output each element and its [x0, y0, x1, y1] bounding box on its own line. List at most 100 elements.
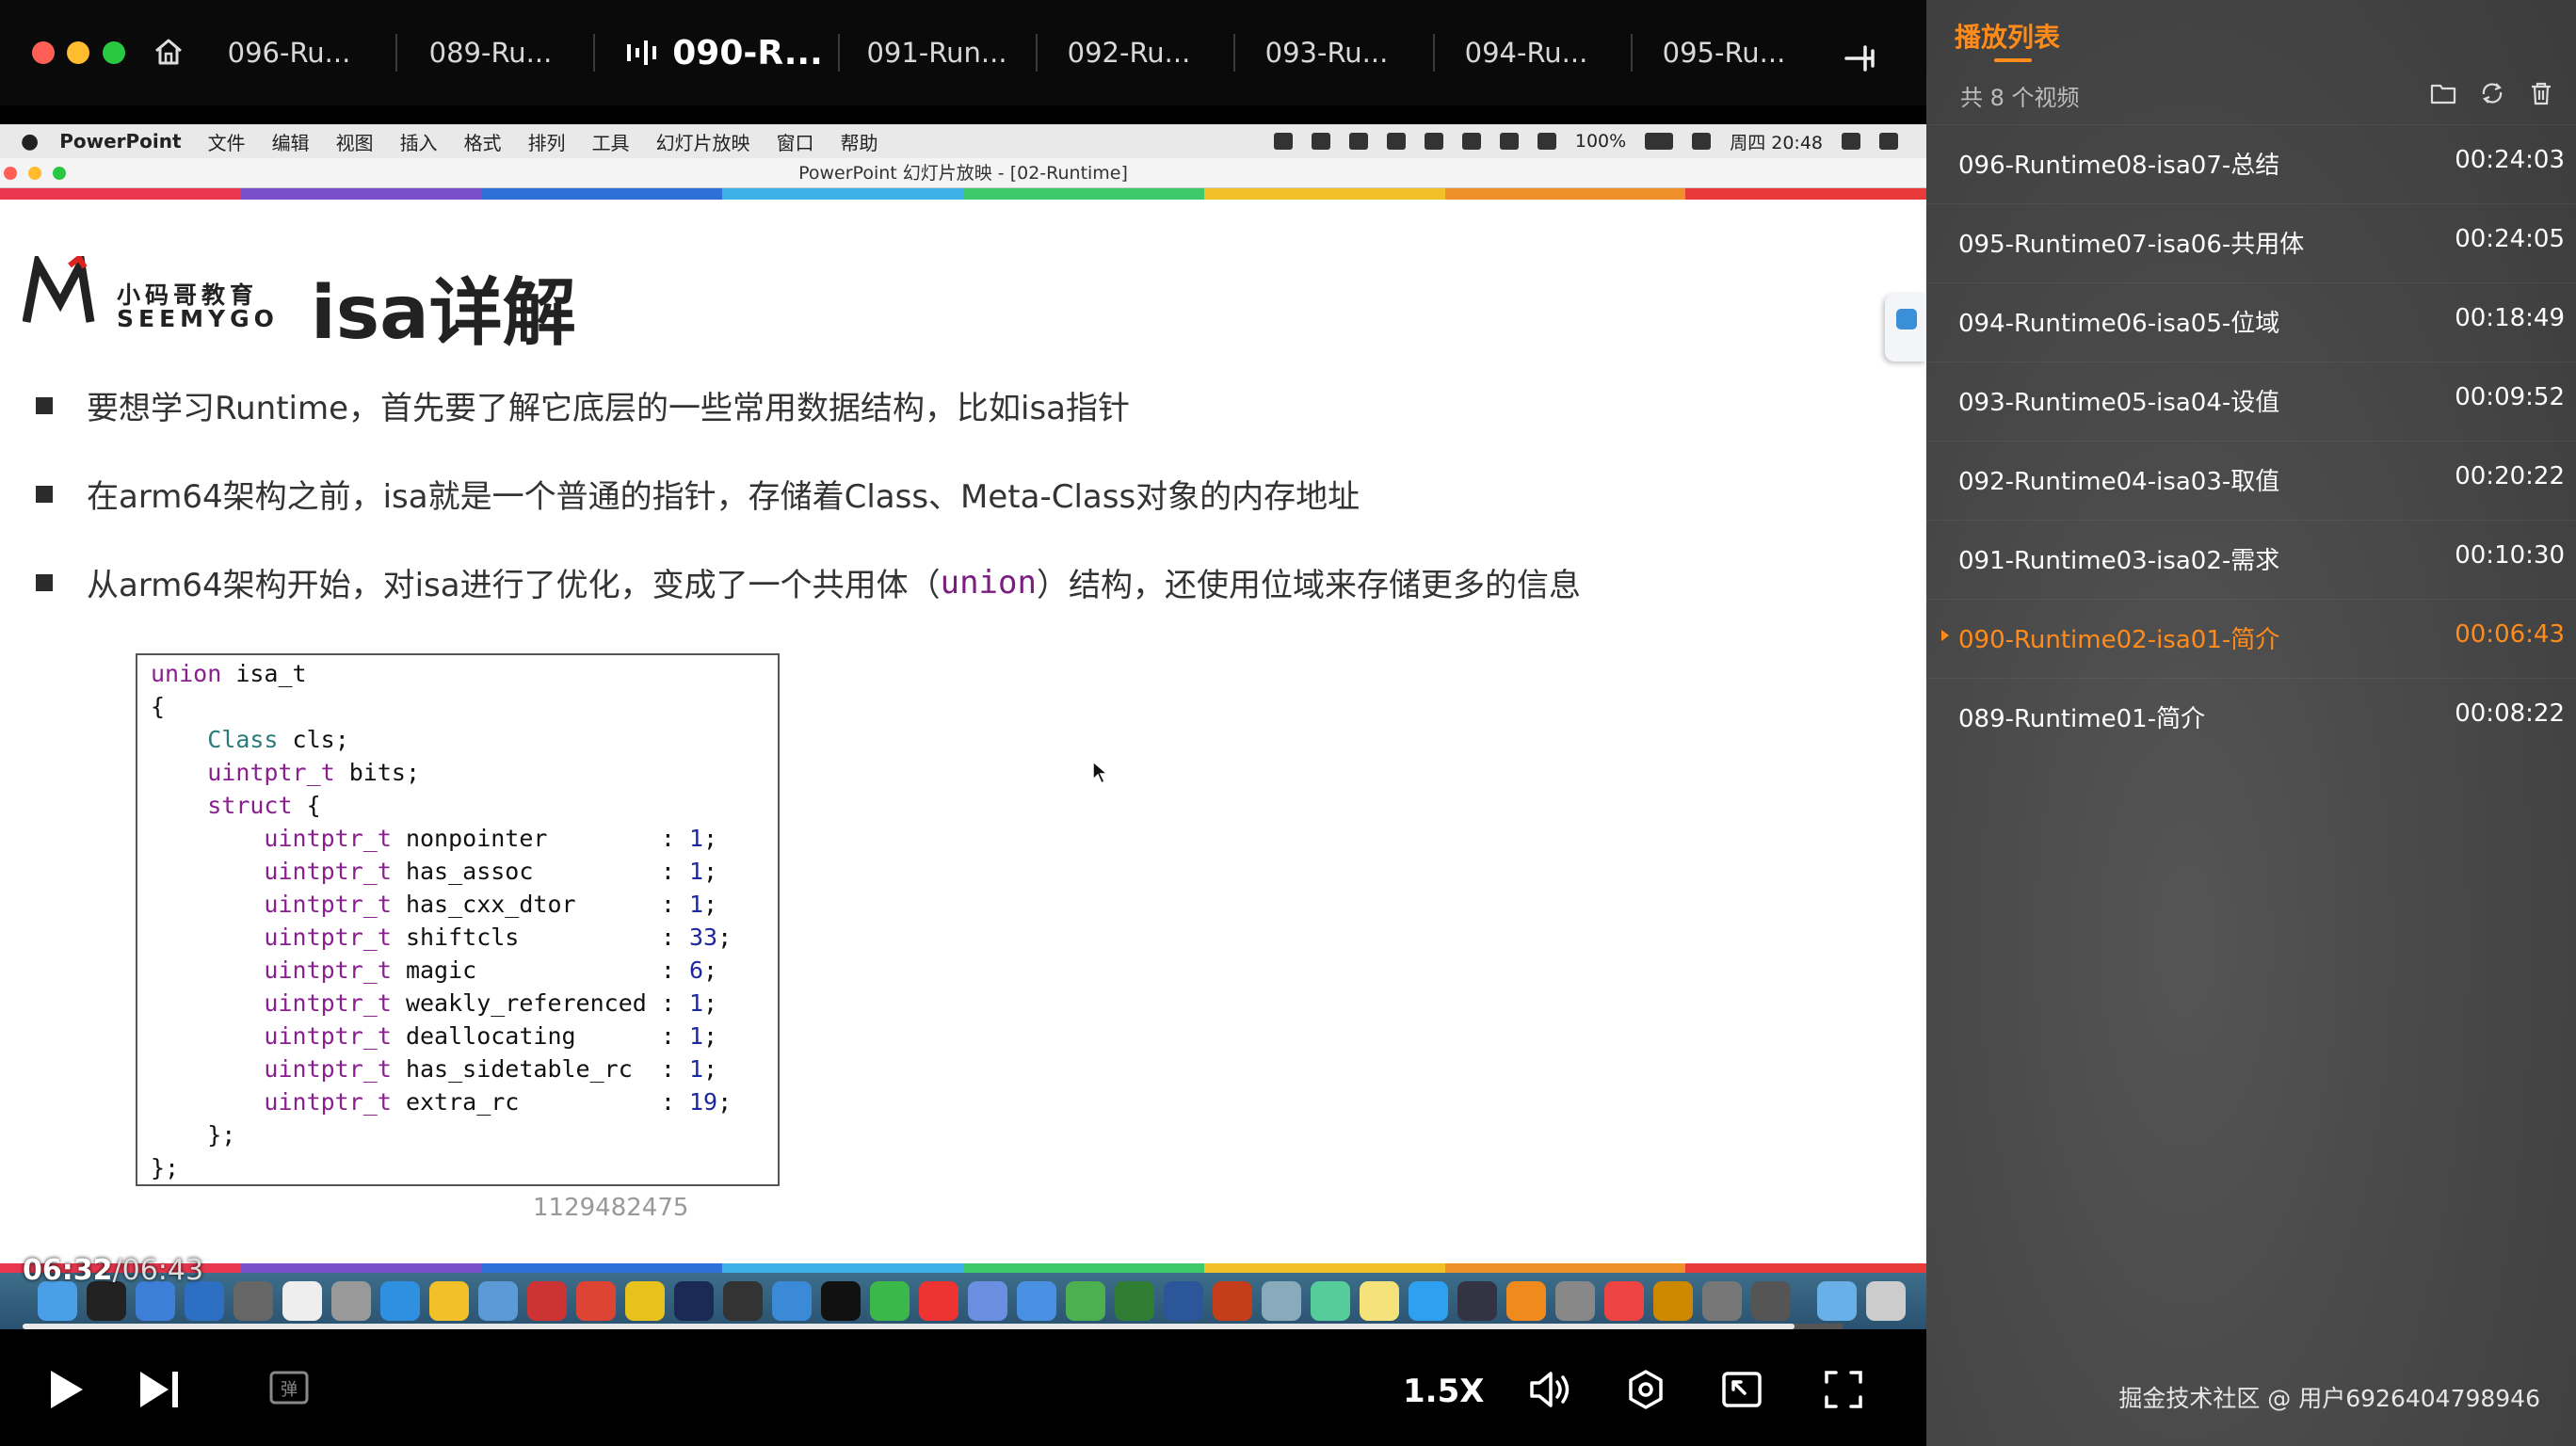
slide-title: isa详解 [311, 271, 576, 356]
video-frame[interactable]: ● PowerPoint 文件 编辑 视图 插入 格式 排列 工具 幻灯片放映 … [0, 124, 1926, 1329]
tab-separator [1036, 34, 1038, 72]
code-field-bits: 1 [688, 1022, 704, 1050]
code-token: { [292, 792, 321, 819]
playlist-item-duration: 00:18:49 [2455, 304, 2565, 332]
playlist-item[interactable]: 092-Runtime04-isa03-取值 00:20:22 [1926, 441, 2576, 520]
code-token: cls; [278, 726, 349, 753]
next-button[interactable] [132, 1361, 188, 1418]
tab-label: 092-Ru... [1067, 37, 1191, 69]
menu-item: 编辑 [271, 131, 310, 154]
code-field-type: uintptr_t [264, 924, 392, 951]
tab-093[interactable]: 093-Ru... [1247, 28, 1407, 77]
code-field-bits: 6 [688, 956, 704, 984]
settings-icon [1751, 1281, 1791, 1321]
bullet-text: 要想学习Runtime，首先要了解它底层的一些常用数据结构，比如isa指针 [87, 390, 1131, 427]
folder-icon[interactable] [2429, 79, 2457, 107]
code-field-bits: 1 [688, 858, 704, 885]
tab-090-active[interactable]: 090-R... [616, 28, 832, 77]
app-icon [1017, 1281, 1056, 1321]
playlist-item-duration: 00:20:22 [2455, 462, 2565, 490]
progress-bar[interactable] [23, 1324, 1843, 1329]
picture-in-picture-button[interactable] [1714, 1361, 1770, 1418]
code-field-type: uintptr_t [264, 825, 392, 852]
github-icon [723, 1281, 763, 1321]
play-button[interactable] [38, 1361, 94, 1418]
bullet-3: 从arm64架构开始，对isa进行了优化，变成了一个共用体（ union ）结构，还… [36, 559, 1581, 605]
app-icon [331, 1281, 371, 1321]
settings-button[interactable] [1618, 1361, 1674, 1418]
window-close-button[interactable] [32, 41, 55, 64]
window-min-dot [28, 167, 41, 180]
code-field-bits: 1 [688, 825, 704, 852]
code-field-name: has_assoc [391, 858, 661, 885]
window-maximize-button[interactable] [103, 41, 125, 64]
watermark-id: 1129482475 [533, 1194, 689, 1222]
tab-089[interactable]: 089-Ru... [411, 28, 571, 77]
app-icon [1262, 1281, 1301, 1321]
home-icon[interactable] [153, 36, 185, 68]
danmaku-button[interactable]: 弹 [262, 1361, 318, 1418]
folder-icon [1817, 1281, 1857, 1321]
wechat-icon [870, 1281, 910, 1321]
code-field-bits: 33 [688, 924, 718, 951]
code-token: isa_t [221, 660, 307, 687]
bullet-2: 在arm64架构之前，isa就是一个普通的指针，存储着Class、Meta-Cl… [36, 471, 1360, 517]
mac-menu-bar: ● PowerPoint 文件 编辑 视图 插入 格式 排列 工具 幻灯片放映 … [0, 124, 1926, 158]
playlist-item[interactable]: 091-Runtime03-isa02-需求 00:10:30 [1926, 520, 2576, 599]
volume-icon [1530, 1372, 1570, 1407]
code-field-name: magic [391, 956, 661, 984]
current-time: 06:32 [23, 1254, 113, 1287]
pip-icon [1722, 1372, 1762, 1407]
code-field-name: shiftcls [391, 924, 661, 951]
tab-095[interactable]: 095-Ru... [1644, 28, 1804, 77]
tab-label: 095-Ru... [1662, 37, 1786, 69]
tab-096[interactable]: 096-Ru... [209, 28, 369, 77]
app-icon [1555, 1281, 1595, 1321]
trash-icon[interactable] [2527, 79, 2555, 107]
status-icon [1311, 133, 1330, 150]
tab-091[interactable]: 091-Run... [857, 28, 1017, 77]
tab-092[interactable]: 092-Ru... [1049, 28, 1209, 77]
playlist-panel: 播放列表 共 8 个视频 096-Runtime08-isa07-总结 00:2… [1926, 0, 2576, 1446]
rainbow-stripe [0, 1263, 1926, 1273]
window-close-dot [4, 167, 17, 180]
playlist-item[interactable]: 089-Runtime01-简介 00:08:22 [1926, 678, 2576, 757]
search-icon [1842, 133, 1860, 150]
code-field-bits: 1 [688, 1055, 704, 1083]
pin-icon[interactable] [1841, 38, 1882, 79]
app-icon [1604, 1281, 1644, 1321]
wifi-icon [1499, 133, 1519, 150]
volume-button[interactable] [1523, 1361, 1580, 1418]
window-minimize-button[interactable] [67, 41, 89, 64]
playlist-item-name: 091-Runtime03-isa02-需求 [1958, 547, 2280, 575]
fullscreen-button[interactable] [1815, 1361, 1872, 1418]
tab-label: 089-Ru... [428, 37, 553, 69]
playlist-item[interactable]: 096-Runtime08-isa07-总结 00:24:03 [1926, 124, 2576, 203]
playlist-item[interactable]: 095-Runtime07-isa06-共用体 00:24:05 [1926, 203, 2576, 282]
bullet-text: 在arm64架构之前，isa就是一个普通的指针，存储着Class、Meta-Cl… [87, 478, 1360, 516]
code-field-type: uintptr_t [264, 1055, 392, 1083]
list-icon [1879, 133, 1898, 150]
app-icon [136, 1281, 175, 1321]
photoshop-icon [674, 1281, 714, 1321]
playlist-item[interactable]: 094-Runtime06-isa05-位域 00:18:49 [1926, 282, 2576, 362]
code-token: struct [207, 792, 293, 819]
menu-item: 帮助 [840, 131, 878, 154]
app-icon [1311, 1281, 1350, 1321]
playlist-item-duration: 00:24:03 [2455, 146, 2565, 174]
app-icon [1457, 1281, 1497, 1321]
playlist-item-playing[interactable]: 090-Runtime02-isa01-简介 00:06:43 [1926, 599, 2576, 678]
app-icon [576, 1281, 616, 1321]
loop-icon[interactable] [2478, 79, 2506, 107]
tab-094[interactable]: 094-Ru... [1446, 28, 1606, 77]
logo-text-en: SEEMYGO [117, 305, 279, 332]
playlist-item[interactable]: 093-Runtime05-isa04-设值 00:09:52 [1926, 362, 2576, 441]
status-icon [1461, 133, 1481, 150]
playlist-item-name: 093-Runtime05-isa04-设值 [1958, 389, 2280, 417]
audio-playing-icon [627, 40, 657, 65]
playlist-item-duration: 00:10:30 [2455, 541, 2565, 570]
apple-icon: ● [21, 129, 40, 153]
side-widget-icon[interactable] [1885, 294, 1926, 362]
playback-speed-button[interactable]: 1.5X [1403, 1373, 1484, 1410]
playlist-item-name: 094-Runtime06-isa05-位域 [1958, 310, 2280, 338]
